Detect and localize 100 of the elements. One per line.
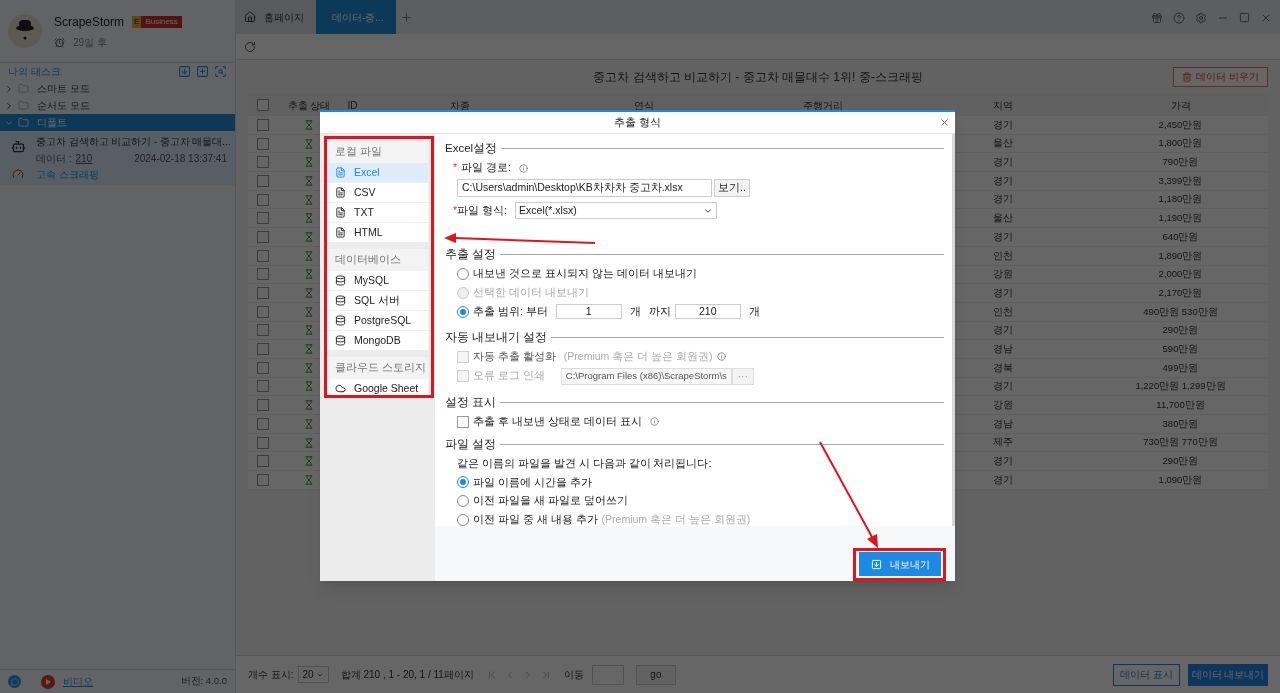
export-button[interactable]: 내보내기 bbox=[859, 552, 941, 576]
add-icon[interactable] bbox=[196, 65, 209, 78]
maximize-icon[interactable] bbox=[1239, 12, 1250, 23]
table-cell: 1,220만원 1,299만원 bbox=[1135, 379, 1226, 394]
radio-button[interactable] bbox=[457, 495, 469, 508]
table-cell: 2,450만원 bbox=[1158, 117, 1203, 132]
option-label: 내보낸 것으로 표시되지 않는 데이터 내보내기 bbox=[473, 266, 697, 282]
checkbox[interactable] bbox=[257, 436, 269, 449]
close-icon[interactable] bbox=[1260, 12, 1272, 24]
radio-button[interactable] bbox=[457, 476, 469, 489]
checkbox[interactable] bbox=[257, 417, 269, 430]
path-field[interactable]: C:\Users\admin\Desktop\KB차차차 중고차.xlsx bbox=[457, 179, 712, 197]
section-heading: 자동 내보내기 설정 bbox=[445, 329, 548, 345]
show-data-button[interactable]: 데이터 표시 bbox=[1113, 663, 1180, 686]
search-icon[interactable] bbox=[214, 65, 227, 78]
radio-button[interactable] bbox=[457, 305, 469, 318]
checkbox[interactable] bbox=[257, 473, 269, 486]
chat-icon[interactable] bbox=[8, 675, 21, 688]
option-label: 선택한 데이터 내보내기 bbox=[473, 285, 589, 300]
radio-button[interactable] bbox=[457, 268, 469, 281]
table-cell: 경기 bbox=[992, 323, 1013, 338]
video-link[interactable]: 비디오 bbox=[63, 674, 93, 689]
checkbox[interactable] bbox=[257, 118, 269, 131]
table-cell: 1,800만원 bbox=[1158, 136, 1203, 151]
trash-icon bbox=[1182, 72, 1193, 82]
hourglass-icon bbox=[304, 288, 314, 299]
checkbox[interactable] bbox=[257, 230, 269, 243]
field-label: 파일 형식: bbox=[457, 202, 508, 218]
new-tab-icon[interactable] bbox=[400, 11, 413, 24]
option-label: 이전 파일을 새 파일로 덮어쓰기 bbox=[473, 493, 628, 509]
browse-button[interactable]: 보기.. bbox=[714, 179, 750, 197]
document-icon bbox=[335, 167, 346, 178]
gift-icon[interactable] bbox=[1151, 12, 1163, 24]
table-cell: 경기 bbox=[992, 379, 1013, 394]
checkbox[interactable] bbox=[257, 287, 269, 300]
task-title: 중고차 검색하고 비교하기 - 중고차 매물대... bbox=[36, 135, 231, 149]
table-cell: 인천 bbox=[992, 248, 1013, 263]
version-text: 버전: 4.0.0 bbox=[180, 674, 227, 689]
checkbox[interactable] bbox=[257, 455, 269, 468]
checkbox[interactable] bbox=[257, 361, 269, 374]
tab[interactable]: 홈페이지 bbox=[236, 0, 316, 34]
checkbox[interactable] bbox=[257, 399, 269, 412]
range-to-field[interactable]: 210 bbox=[674, 304, 741, 320]
checkbox[interactable] bbox=[257, 268, 269, 281]
help-icon[interactable] bbox=[1173, 12, 1185, 24]
checkbox[interactable] bbox=[257, 137, 269, 150]
hourglass-icon bbox=[304, 194, 314, 205]
close-icon[interactable] bbox=[939, 117, 950, 128]
hourglass-icon bbox=[304, 474, 314, 485]
table-cell: 경기 bbox=[992, 117, 1013, 132]
checkbox[interactable] bbox=[257, 193, 269, 206]
checkbox[interactable] bbox=[257, 343, 269, 356]
hourglass-icon bbox=[304, 325, 314, 336]
format-select[interactable]: Excel(*.xlsx) bbox=[515, 202, 718, 219]
tree-item[interactable]: 순서도 모드 bbox=[0, 97, 235, 114]
task-card[interactable]: 중고차 검색하고 비교하기 - 중고차 매물대... 데이터 : 210 2024-02-18 13:37:41 고속 스크래핑 bbox=[0, 131, 235, 185]
hourglass-icon bbox=[304, 250, 314, 261]
table-cell: 강원 bbox=[992, 398, 1013, 413]
checkbox[interactable] bbox=[257, 156, 269, 169]
export-data-button[interactable]: 데이터 내보내기 bbox=[1188, 663, 1268, 686]
range-from-field[interactable]: 1 bbox=[555, 304, 622, 320]
checkbox[interactable] bbox=[257, 174, 269, 187]
import-icon[interactable] bbox=[178, 65, 191, 78]
page-title: 중고차 검색하고 비교하기 - 중고차 매물대수 1위! 중-스크래핑 bbox=[593, 69, 923, 86]
data-count[interactable]: 210 bbox=[75, 151, 93, 167]
table-cell: 강원 bbox=[992, 267, 1013, 282]
checkbox[interactable] bbox=[257, 324, 269, 337]
settings-icon[interactable] bbox=[1195, 12, 1207, 24]
refresh-icon[interactable] bbox=[244, 40, 256, 53]
page-size-select[interactable]: 20 bbox=[297, 666, 329, 683]
tree-item[interactable]: 디폴트 bbox=[0, 114, 235, 131]
chevron-right-icon[interactable] bbox=[4, 100, 14, 111]
checkbox[interactable] bbox=[257, 212, 269, 225]
table-cell: 경남 bbox=[992, 416, 1013, 431]
checkbox[interactable] bbox=[257, 305, 269, 318]
format-item[interactable]: Excel bbox=[327, 163, 428, 183]
table-cell-text: 경기 bbox=[992, 173, 1013, 188]
chevron-right-icon[interactable] bbox=[4, 83, 14, 94]
alarm-clock-icon bbox=[54, 36, 65, 48]
unit-text: 개 bbox=[748, 303, 760, 319]
checkbox[interactable] bbox=[257, 99, 269, 111]
play-icon[interactable] bbox=[41, 674, 55, 689]
clear-data-button[interactable]: 데이터 비우기 bbox=[1173, 67, 1268, 87]
download-icon bbox=[870, 558, 882, 570]
radio-button[interactable] bbox=[457, 513, 469, 526]
checkbox[interactable] bbox=[457, 415, 469, 428]
premium-note: (Premium 혹은 더 높은 회원권) bbox=[563, 348, 713, 364]
checkbox[interactable] bbox=[257, 380, 269, 393]
hourglass-icon bbox=[304, 362, 314, 373]
tree-item[interactable]: 스마트 모드 bbox=[0, 80, 235, 97]
section-heading: 파일 설정 bbox=[445, 436, 497, 452]
go-button[interactable]: go bbox=[635, 664, 676, 685]
hourglass-icon bbox=[304, 138, 314, 149]
tasks-title: 나의 태스크 bbox=[8, 65, 62, 79]
checkbox[interactable] bbox=[257, 249, 269, 262]
hourglass-icon bbox=[304, 269, 314, 280]
table-cell: 울산 bbox=[992, 211, 1013, 226]
tab[interactable]: 데이터-중... bbox=[316, 0, 396, 34]
option-label: 추출 범위: 부터 bbox=[473, 303, 548, 319]
table-cell: 290만원 bbox=[1162, 323, 1199, 338]
